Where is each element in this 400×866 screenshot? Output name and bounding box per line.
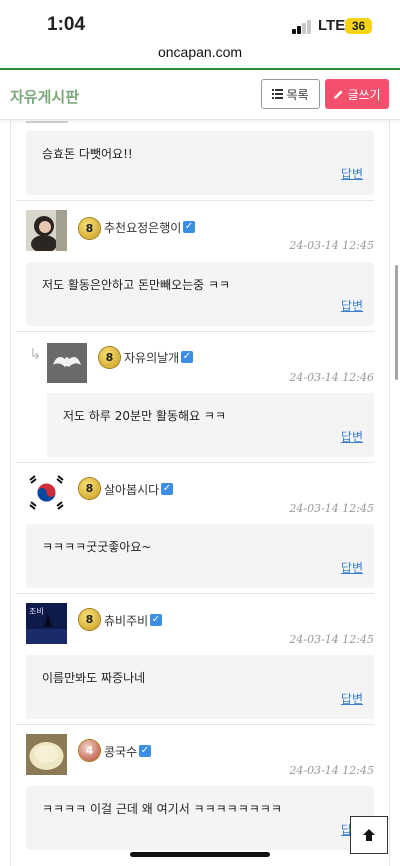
username[interactable]: 콩국수 <box>104 743 137 760</box>
reply-link[interactable]: 답변 <box>341 165 363 182</box>
avatar[interactable] <box>26 472 67 513</box>
scroll-to-top-button[interactable] <box>350 816 388 854</box>
comment-text: 이름만봐도 짜증나네 <box>42 671 146 685</box>
avatar[interactable] <box>26 734 67 775</box>
verified-check-icon: ✓ <box>181 351 193 363</box>
comment-bubble: 저도 하루 20분만 활동해요 ㅋㅋ 답변 <box>47 393 374 457</box>
verified-check-icon: ✓ <box>183 221 195 233</box>
comment-text: 저도 하루 20분만 활동해요 ㅋㅋ <box>63 409 227 423</box>
url-bar[interactable]: oncapan.com <box>0 44 400 68</box>
comment-bubble: 승효돈 다뺏어요!! 답변 <box>26 131 374 195</box>
network-type: LTE <box>318 17 346 34</box>
username[interactable]: 살아봅시다 <box>104 481 159 498</box>
comment-bubble: 이름만봐도 짜증나네 답변 <box>26 655 374 719</box>
username[interactable]: 츄비주비 <box>104 612 148 629</box>
comment-bubble: ㅋㅋㅋㅋ 이걸 근데 왜 여기서 ㅋㅋㅋㅋㅋㅋㅋㅋ 답변 <box>26 786 374 850</box>
comment-bubble: ㅋㅋㅋㅋ굿굿좋아요~ 답변 <box>26 524 374 588</box>
verified-check-icon: ✓ <box>150 614 162 626</box>
verified-check-icon: ✓ <box>139 745 151 757</box>
comment-divider <box>16 724 374 725</box>
username[interactable]: 자유의날개 <box>124 349 179 366</box>
comment-text: ㅋㅋㅋㅋ 이걸 근데 왜 여기서 ㅋㅋㅋㅋㅋㅋㅋㅋ <box>42 802 282 816</box>
reply-link[interactable]: 답변 <box>341 559 363 576</box>
svg-text:조비: 조비 <box>29 607 44 616</box>
arrow-up-icon <box>363 829 375 841</box>
level-badge: 8 <box>79 609 100 630</box>
status-bar: 1:04 LTE 36 <box>0 0 400 44</box>
level-badge: 8 <box>99 347 120 368</box>
home-indicator <box>130 852 270 857</box>
level-badge: 8 <box>79 218 100 239</box>
comment-date: 24-03-14 12:45 <box>289 764 374 777</box>
comment-divider <box>16 200 374 201</box>
battery-icon: 36 <box>345 18 372 34</box>
avatar[interactable]: 조비 <box>26 603 67 644</box>
board-header: 자유게시판 목록 글쓰기 <box>0 70 400 120</box>
scrollbar[interactable] <box>395 265 398 380</box>
comment-date: 24-03-14 12:46 <box>289 371 374 384</box>
comment-frame <box>10 121 390 866</box>
reply-arrow-icon: ↳ <box>29 345 42 363</box>
avatar[interactable] <box>47 343 87 383</box>
avatar[interactable] <box>26 210 67 251</box>
level-badge: 8 <box>79 478 100 499</box>
username[interactable]: 추천요정은행이 <box>104 219 181 236</box>
list-button-label: 목록 <box>286 87 309 102</box>
comment-text: 승효돈 다뺏어요!! <box>42 147 133 161</box>
pencil-icon <box>334 89 344 99</box>
comment-divider <box>16 462 374 463</box>
comment-divider <box>16 331 374 332</box>
write-button[interactable]: 글쓰기 <box>325 79 389 109</box>
comment-divider <box>16 593 374 594</box>
comment-date: 24-03-14 12:45 <box>289 239 374 252</box>
previous-item-edge <box>26 121 68 123</box>
comment-list[interactable]: 승효돈 다뺏어요!! 답변 8 추천요정은행이 ✓ 24-03-14 12:45… <box>0 121 400 866</box>
comment-date: 24-03-14 12:45 <box>289 502 374 515</box>
comment-text: ㅋㅋㅋㅋ굿굿좋아요~ <box>42 540 152 554</box>
reply-link[interactable]: 답변 <box>341 690 363 707</box>
level-badge: 4 <box>79 740 100 761</box>
signal-icon <box>292 20 312 34</box>
board-title[interactable]: 자유게시판 <box>10 86 79 107</box>
reply-link[interactable]: 답변 <box>341 428 363 445</box>
comment-date: 24-03-14 12:45 <box>289 633 374 646</box>
comment-text: 저도 활동은안하고 돈만빼오는중 ㅋㅋ <box>42 278 231 292</box>
write-button-label: 글쓰기 <box>347 87 381 102</box>
comment-bubble: 저도 활동은안하고 돈만빼오는중 ㅋㅋ 답변 <box>26 262 374 326</box>
status-time: 1:04 <box>47 14 86 35</box>
list-button[interactable]: 목록 <box>261 79 320 109</box>
verified-check-icon: ✓ <box>161 483 173 495</box>
reply-link[interactable]: 답변 <box>341 297 363 314</box>
list-icon <box>272 89 284 99</box>
